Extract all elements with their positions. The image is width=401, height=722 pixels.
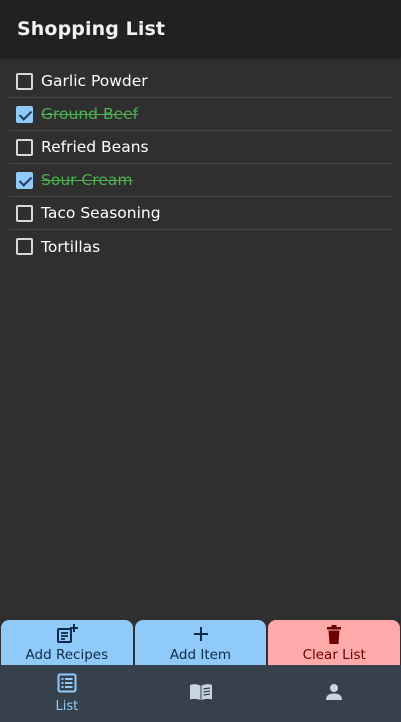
clear-list-button[interactable]: Clear List bbox=[268, 620, 401, 665]
list-item[interactable]: Ground Beef bbox=[9, 98, 392, 131]
item-label: Taco Seasoning bbox=[41, 204, 161, 222]
item-checkbox[interactable] bbox=[16, 171, 33, 189]
add-recipes-label: Add Recipes bbox=[25, 647, 109, 663]
nav-account[interactable] bbox=[267, 665, 401, 722]
item-checkbox[interactable] bbox=[16, 72, 33, 90]
add-item-button[interactable]: Add Item bbox=[134, 620, 267, 665]
nav-list-label: List bbox=[55, 699, 79, 714]
shopping-list: Garlic Powder Ground Beef Refried Beans … bbox=[9, 65, 392, 263]
item-label: Refried Beans bbox=[41, 138, 149, 156]
action-bar: Add Recipes Add Item Clear List bbox=[0, 620, 401, 665]
person-icon bbox=[325, 683, 343, 705]
item-label: Garlic Powder bbox=[41, 72, 148, 90]
item-checkbox[interactable] bbox=[16, 238, 33, 255]
playlist-add-icon bbox=[56, 623, 78, 645]
item-label: Sour Cream bbox=[41, 171, 133, 189]
clear-list-label: Clear List bbox=[302, 647, 366, 663]
app-header: Shopping List bbox=[0, 0, 401, 57]
item-checkbox[interactable] bbox=[16, 138, 33, 156]
item-checkbox[interactable] bbox=[16, 204, 33, 222]
list-item[interactable]: Taco Seasoning bbox=[9, 197, 392, 230]
add-item-label: Add Item bbox=[169, 647, 232, 663]
page-title: Shopping List bbox=[17, 17, 166, 40]
list-item[interactable]: Refried Beans bbox=[9, 131, 392, 164]
list-item[interactable]: Tortillas bbox=[9, 230, 392, 263]
item-label: Tortillas bbox=[41, 237, 101, 256]
book-icon bbox=[189, 683, 213, 705]
plus-icon bbox=[192, 623, 210, 645]
nav-list[interactable]: List bbox=[0, 665, 134, 722]
list-icon bbox=[57, 673, 77, 697]
nav-recipes[interactable] bbox=[134, 665, 268, 722]
trash-icon bbox=[326, 623, 342, 645]
list-item[interactable]: Sour Cream bbox=[9, 164, 392, 197]
item-label: Ground Beef bbox=[41, 105, 139, 123]
add-recipes-button[interactable]: Add Recipes bbox=[1, 620, 133, 665]
item-checkbox[interactable] bbox=[16, 105, 33, 123]
bottom-navigation: List bbox=[0, 665, 401, 722]
list-item[interactable]: Garlic Powder bbox=[9, 65, 392, 98]
